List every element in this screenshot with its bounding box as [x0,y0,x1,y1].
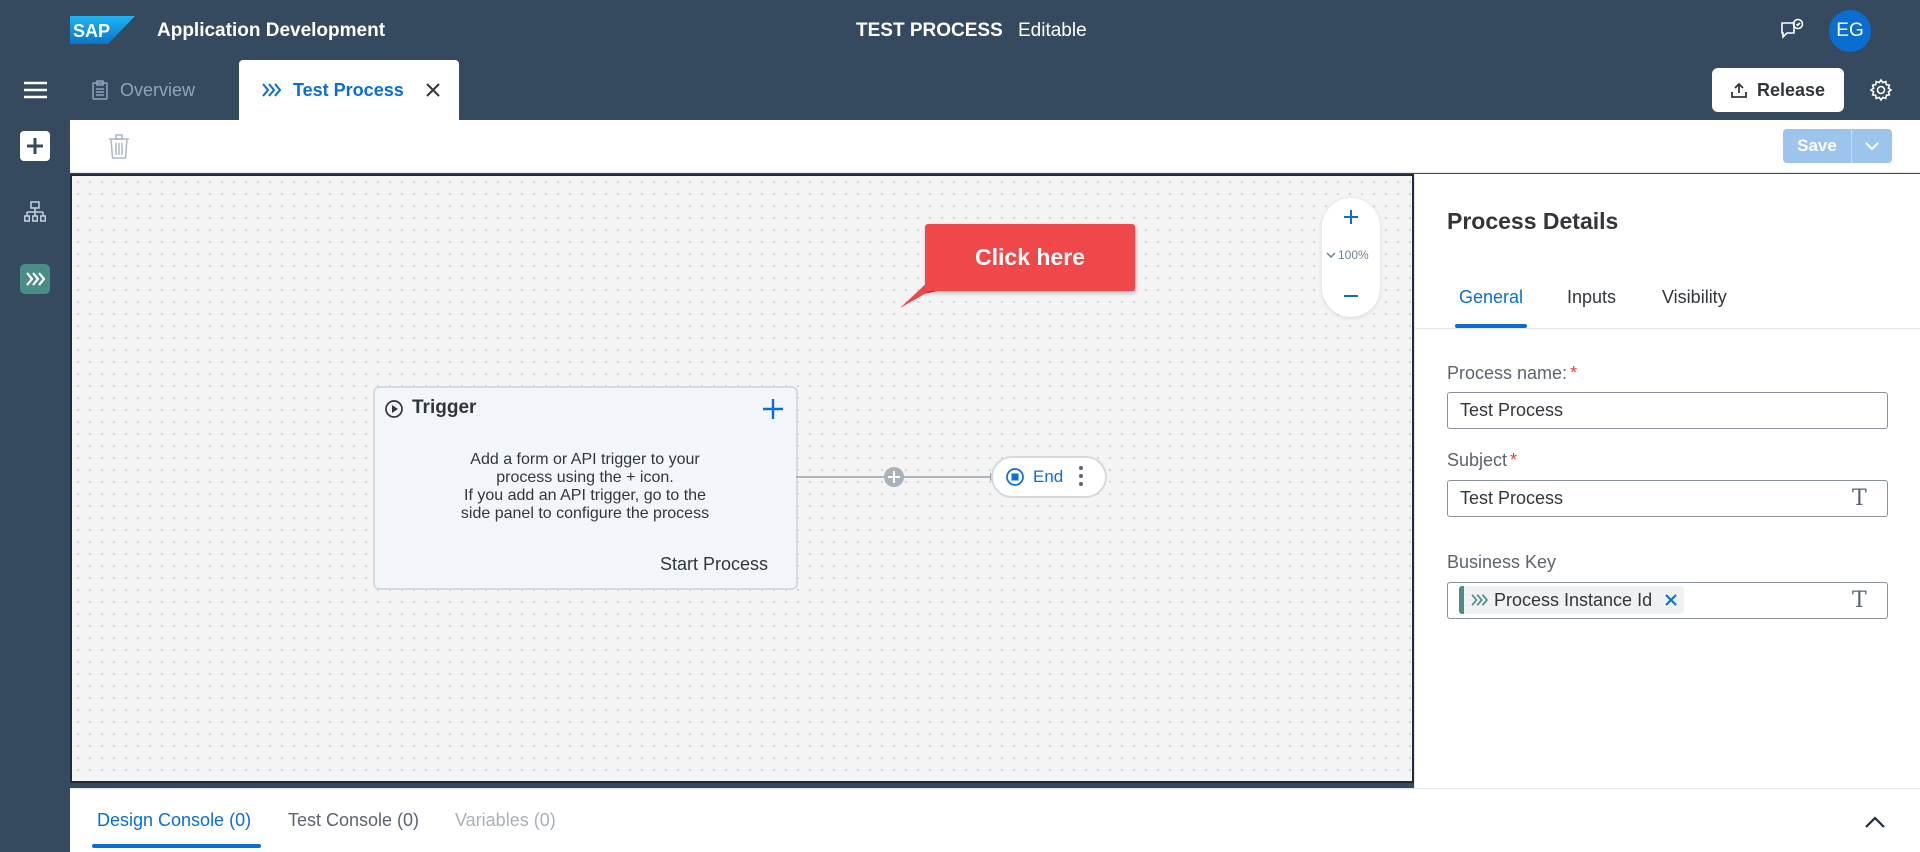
panel-tab-divider [1414,328,1920,329]
zoom-out-icon[interactable] [1340,285,1362,307]
trigger-title: Trigger [412,397,477,418]
app-title: Application Development [157,20,386,41]
left-navigation-rail [0,120,70,852]
zoom-level-value: 100% [1338,248,1369,262]
zoom-level[interactable]: 100% [1326,248,1376,262]
tab-overview[interactable]: Overview [92,60,195,120]
trigger-description: Add a form or API trigger to your proces… [425,451,745,523]
flow-connector [796,467,996,487]
upload-icon [1731,82,1747,98]
add-trigger-icon[interactable] [761,397,785,421]
close-tab-icon[interactable] [424,81,442,99]
required-marker: * [1510,450,1518,470]
add-step-icon[interactable] [884,467,904,487]
save-options-button[interactable] [1851,129,1892,163]
chevron-down-icon [1865,142,1879,151]
more-options-icon[interactable] [1078,465,1084,487]
stop-circle-icon [1006,468,1024,486]
process-chevrons-icon [26,272,45,286]
hierarchy-icon[interactable] [24,201,46,225]
tab-test-process-label: Test Process [293,79,404,100]
document-status: Editable [1018,20,1087,41]
trash-icon[interactable] [108,134,130,160]
tab-design-console[interactable]: Design Console (0) [97,810,251,831]
document-title: TEST PROCESS [856,20,1003,41]
text-format-icon[interactable]: T [1852,486,1872,511]
process-name-label: Process name: * [1447,363,1577,384]
subject-input[interactable]: Test Process [1447,480,1888,517]
save-split-button: Save [1783,129,1892,163]
required-marker: * [1570,363,1578,383]
process-chevrons-icon [262,83,281,97]
trigger-subtitle: Start Process [660,554,769,574]
text-format-icon[interactable]: T [1852,588,1872,613]
tab-variables[interactable]: Variables (0) [455,810,556,831]
tab-overview-label: Overview [120,79,196,100]
subject-label-text: Subject [1447,450,1508,470]
panel-title: Process Details [1447,208,1619,234]
chevron-down-icon [1326,252,1336,259]
play-circle-icon [385,400,403,418]
release-button[interactable]: Release [1712,68,1844,112]
plus-icon [27,138,43,154]
process-chevrons-icon [1471,594,1488,606]
subject-label: Subject * [1447,450,1517,471]
user-avatar[interactable]: EG [1829,10,1871,52]
tab-general[interactable]: General [1459,287,1523,308]
end-node[interactable]: End [991,456,1107,498]
trigger-description-line: Add a form or API trigger to your [470,451,700,468]
process-instance-id-token[interactable]: Process Instance Id [1459,586,1685,614]
business-key-label: Business Key [1447,552,1557,572]
tab-test-console[interactable]: Test Console (0) [288,810,419,831]
process-name-input[interactable] [1447,392,1888,429]
release-label: Release [1756,79,1826,100]
process-name-label-text: Process name: [1447,363,1568,383]
clipboard-icon [92,80,108,100]
rail-process-button[interactable] [20,264,50,294]
trigger-description-line: If you add an API trigger, go to the [464,487,706,504]
gear-icon[interactable] [1869,78,1893,102]
tab-visibility[interactable]: Visibility [1662,287,1727,308]
editor-toolbar [70,120,1920,173]
tab-inputs[interactable]: Inputs [1567,287,1616,308]
rail-add-button[interactable] [20,131,50,161]
remove-token-icon[interactable] [1664,593,1678,607]
trigger-description-line: side panel to configure the process [460,505,710,522]
end-label: End [1033,467,1064,486]
feedback-icon[interactable] [1779,18,1805,42]
sap-logo[interactable]: SAP [70,16,135,44]
click-here-callout: Click here [925,224,1135,291]
token-label: Process Instance Id [1494,589,1653,610]
chevron-up-icon[interactable] [1864,815,1886,829]
sap-logo-text: SAP [73,21,110,41]
active-console-indicator [92,844,261,848]
save-button[interactable]: Save [1783,129,1851,163]
zoom-in-icon[interactable] [1340,206,1362,228]
hamburger-menu-icon[interactable] [24,81,47,99]
trigger-description-line: process using the + icon. [496,469,674,486]
tab-test-process[interactable]: Test Process [239,60,459,120]
